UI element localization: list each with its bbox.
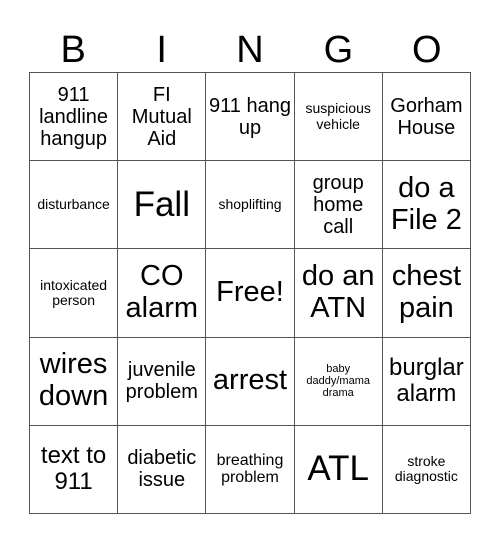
cell-label: do an ATN [301, 260, 375, 324]
cell-label: baby daddy/mama drama [306, 363, 370, 400]
cell-label: juvenile problem [125, 359, 198, 404]
bingo-cell[interactable]: intoxicated person [30, 249, 119, 338]
bingo-cell[interactable]: breathing problem [206, 425, 295, 514]
cell-label: suspicious vehicle [305, 100, 371, 132]
bingo-cell[interactable]: stroke diagnostic [382, 425, 471, 514]
bingo-board: 911 landline hangup FI Mutual Aid 911 hang… [29, 72, 471, 514]
bingo-cell[interactable]: diabetic issue [118, 425, 207, 514]
bingo-cell[interactable]: burglar alarm [382, 337, 471, 426]
bingo-cell[interactable]: group home call [294, 161, 383, 250]
bingo-cell[interactable]: arrest [206, 337, 295, 426]
bingo-cell[interactable]: do a File 2 [382, 161, 471, 250]
bingo-cell[interactable]: chest pain [382, 249, 471, 338]
cell-label: CO alarm [125, 260, 199, 324]
cell-label: breathing problem [216, 451, 284, 487]
bingo-cell[interactable]: do an ATN [294, 249, 383, 338]
bingo-cell[interactable]: suspicious vehicle [294, 73, 383, 162]
bingo-cell[interactable]: juvenile problem [118, 337, 207, 426]
header-letter-b: B [60, 29, 86, 71]
bingo-cell[interactable]: FI Mutual Aid [118, 73, 207, 162]
cell-label: arrest [212, 364, 288, 397]
cell-label: wires down [38, 348, 109, 413]
cell-label: diabetic issue [127, 447, 197, 492]
bingo-cell[interactable]: CO alarm [118, 249, 207, 338]
cell-label: Gorham House [390, 94, 463, 139]
bingo-cell[interactable]: 911 hang up [206, 73, 295, 162]
cell-label: chest pain [391, 260, 462, 324]
bingo-cell-free[interactable]: Free! [206, 249, 295, 338]
header-letter-i: I [156, 29, 167, 71]
bingo-cell[interactable]: shoplifting [206, 161, 295, 250]
header-letter-n: N [236, 29, 264, 71]
bingo-cell[interactable]: Fall [118, 161, 207, 250]
bingo-cell[interactable]: wires down [30, 337, 119, 426]
cell-label: Free! [216, 276, 284, 309]
cell-label: FI Mutual Aid [131, 83, 192, 150]
cell-label: shoplifting [218, 196, 282, 213]
bingo-header: B I N G O [29, 28, 471, 72]
cell-label: do a File 2 [390, 171, 462, 236]
cell-label: disturbance [37, 196, 110, 213]
bingo-cell[interactable]: Gorham House [382, 73, 471, 162]
cell-label: stroke diagnostic [394, 453, 458, 485]
bingo-cell[interactable]: text to 911 [30, 425, 119, 514]
header-letter-o: O [412, 29, 442, 71]
cell-label: ATL [307, 449, 369, 489]
bingo-cell[interactable]: disturbance [30, 161, 119, 250]
cell-label: 911 hang up [209, 94, 291, 139]
header-letter-g: G [323, 29, 354, 71]
bingo-cell[interactable]: ATL [294, 425, 383, 514]
cell-label: 911 landline hangup [39, 83, 109, 150]
cell-label: burglar alarm [389, 353, 464, 408]
bingo-cell[interactable]: baby daddy/mama drama [294, 337, 383, 426]
bingo-cell[interactable]: 911 landline hangup [30, 73, 119, 162]
cell-label: text to 911 [40, 442, 107, 496]
cell-label: Fall [133, 184, 190, 224]
cell-label: group home call [312, 171, 364, 238]
cell-label: intoxicated person [40, 276, 108, 308]
